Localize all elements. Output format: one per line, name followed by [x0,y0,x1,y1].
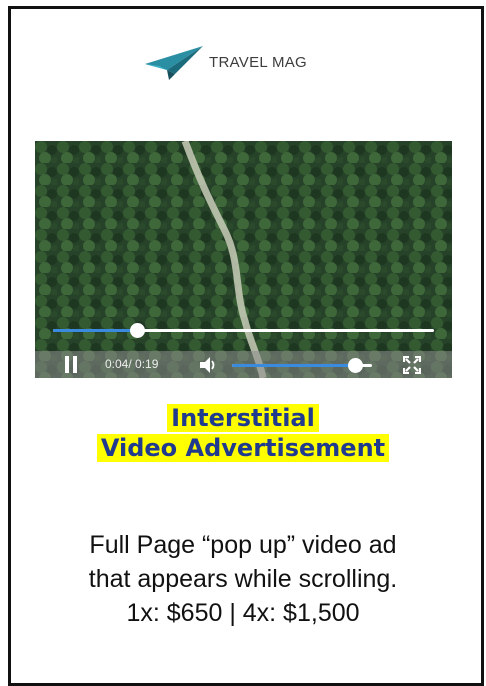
video-progress-fill [53,329,137,332]
volume-icon[interactable] [200,357,218,373]
ad-description: Full Page “pop up” video ad that appears… [0,528,486,630]
volume-handle[interactable] [348,358,364,373]
headline-line-2: Video Advertisement [96,434,390,462]
brand-logo: TRAVEL MAG [145,44,307,80]
description-line-2: that appears while scrolling. [88,565,398,593]
current-time: 0:04 [105,357,129,371]
headline-line-1: Interstitial [167,404,319,432]
ad-headline: Interstitial Video Advertisement [0,403,486,463]
brand-name: TRAVEL MAG [209,53,308,71]
video-player[interactable]: 0:04/ 0:19 [35,141,452,378]
forest-video-frame [35,141,452,378]
description-line-1: Full Page “pop up” video ad [89,531,397,559]
video-controls: 0:04/ 0:19 [35,351,452,378]
video-time: 0:04/ 0:19 [105,357,158,371]
pricing-text: 1x: $650 | 4x: $1,500 [126,599,360,627]
pause-icon[interactable] [65,356,77,373]
video-progress-bar[interactable] [53,323,434,338]
video-progress-handle[interactable] [129,323,145,338]
volume-slider[interactable] [232,358,372,373]
volume-fill [232,364,356,367]
duration: / 0:19 [128,357,159,371]
fullscreen-icon[interactable] [403,356,421,374]
paper-plane-icon [145,46,203,80]
